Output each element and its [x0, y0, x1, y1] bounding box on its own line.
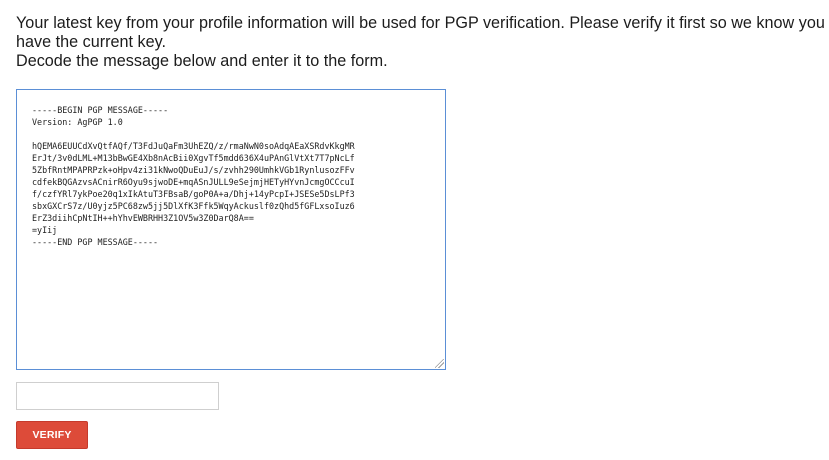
pgp-line [32, 128, 445, 140]
resize-handle-icon[interactable] [435, 359, 444, 368]
verify-button[interactable]: VERIFY [16, 421, 88, 449]
pgp-line: sbxGXCrS7z/U0yjz5PC68zw5jj5DlXfK3Ffk5Wqy… [32, 201, 355, 211]
pgp-line: -----END PGP MESSAGE----- [32, 237, 159, 247]
pgp-line: ErZ3diihCpNtIH++hYhvEWBRHH3Z1OV5w3Z0DarQ… [32, 213, 254, 223]
pgp-line: Version: AgPGP 1.0 [32, 117, 123, 127]
pgp-line: hQEMA6EUUCdXvQtfAQf/T3FdJuQaFm3UhEZQ/z/r… [32, 141, 355, 151]
pgp-line: -----BEGIN PGP MESSAGE----- [32, 105, 169, 115]
pgp-line: f/czfYRl7ykPoe20q1xIkAtuT3FBsaB/goP0A+a/… [32, 189, 355, 199]
pgp-line: =yIij [32, 225, 58, 235]
pgp-line: cdfekBQGAzvsACnirR6Oyu9sjwoDE+mqASnJULL9… [32, 177, 355, 187]
decoded-message-input[interactable] [16, 382, 219, 410]
pgp-message-textarea[interactable]: -----BEGIN PGP MESSAGE----- Version: AgPG… [16, 89, 446, 370]
verification-instructions: Your latest key from your profile inform… [16, 14, 826, 71]
pgp-line: 5ZbfRntMPAPRPzk+oHpv4zi31kNwoQDuEuJ/s/zv… [32, 165, 355, 175]
instruction-text-1: Your latest key from your profile inform… [16, 14, 825, 51]
instruction-text-2: Decode the message below and enter it to… [16, 52, 388, 70]
pgp-line: ErJt/3v0dLML+M13bBwGE4Xb8nAcBii0XgvTf5md… [32, 153, 355, 163]
